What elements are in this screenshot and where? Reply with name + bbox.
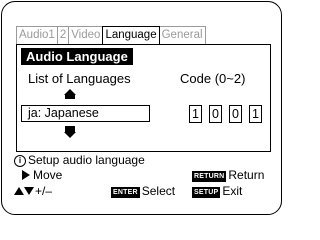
help-line: i Setup audio language (14, 153, 145, 167)
audio-language-panel: Audio Language List of Languages Code (0… (16, 44, 271, 152)
arrow-up-icon[interactable] (64, 89, 76, 99)
code-digit-4[interactable]: 1 (249, 105, 262, 123)
code-label: Code (0~2) (180, 71, 246, 86)
setup-menu-screen: Audio1 2 Video Language General Audio La… (1, 1, 282, 215)
adjust-hint: +/– (14, 184, 52, 198)
help-text: Setup audio language (28, 153, 145, 167)
enter-key-icon: ENTER (111, 187, 140, 198)
setup-hint: SETUP Exit (192, 184, 242, 198)
tab-audio2[interactable]: 2 (56, 26, 69, 45)
arrow-down-icon[interactable] (64, 126, 76, 138)
return-hint: RETURN Return (192, 168, 264, 182)
tab-language[interactable]: Language (102, 26, 160, 45)
code-digit-1[interactable]: 1 (189, 105, 202, 123)
arrow-down-small-icon (24, 187, 34, 195)
arrow-up-small-icon (14, 187, 24, 195)
arrow-right-icon (22, 170, 30, 180)
move-hint: Move (22, 168, 62, 182)
return-key-icon: RETURN (192, 171, 227, 182)
code-digit-3[interactable]: 0 (229, 105, 242, 123)
return-label: Return (228, 168, 265, 182)
panel-title: Audio Language (21, 48, 133, 65)
tab-video[interactable]: Video (68, 26, 103, 45)
setup-label: Exit (222, 184, 243, 198)
list-of-languages-label: List of Languages (28, 71, 131, 86)
menu-tabs: Audio1 2 Video Language General (16, 26, 206, 45)
code-digit-2[interactable]: 0 (209, 105, 222, 123)
setup-key-icon: SETUP (192, 187, 221, 198)
adjust-label: +/– (35, 184, 53, 198)
language-select[interactable]: ja: Japanese (21, 105, 150, 122)
info-icon: i (14, 155, 26, 167)
enter-hint: ENTER Select (111, 184, 175, 198)
tab-audio1[interactable]: Audio1 (16, 26, 57, 45)
tab-general[interactable]: General (159, 26, 206, 45)
enter-label: Select (141, 184, 176, 198)
move-label: Move (33, 168, 63, 182)
